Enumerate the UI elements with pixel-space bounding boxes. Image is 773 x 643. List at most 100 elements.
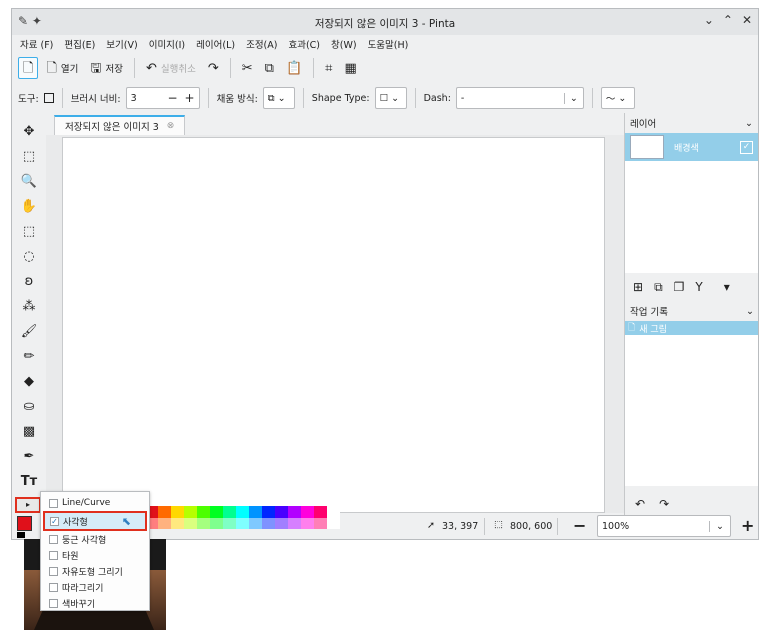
more-tools-button[interactable]: ▸: [15, 497, 41, 513]
copy-button[interactable]: ⧉: [261, 57, 278, 79]
palette-swatch[interactable]: [301, 506, 314, 518]
ellipse-select-tool-icon[interactable]: ◌: [20, 248, 38, 266]
menu-view[interactable]: 보기(V): [106, 37, 137, 51]
undo-icon[interactable]: ↶: [635, 497, 645, 511]
palette-swatch[interactable]: [236, 518, 249, 529]
palette-swatch[interactable]: [327, 506, 340, 518]
copy-layer-icon[interactable]: ❐: [674, 280, 685, 294]
palette-swatch[interactable]: [314, 518, 327, 529]
layer-item[interactable]: 배경색 ✓: [625, 133, 758, 161]
zoom-in-icon[interactable]: +: [741, 516, 754, 535]
paintbrush-tool-icon[interactable]: 🖌: [20, 323, 38, 341]
paint-bucket-tool-icon[interactable]: ⛀: [20, 398, 38, 416]
redo-icon[interactable]: ↷: [659, 497, 669, 511]
add-layer-icon[interactable]: ⊞: [633, 280, 643, 294]
menu-image[interactable]: 이미지(I): [149, 37, 185, 51]
palette-swatch[interactable]: [262, 518, 275, 529]
brush-width-field[interactable]: 3 − +: [125, 87, 200, 109]
layer-visibility-checkbox[interactable]: ✓: [740, 140, 753, 154]
menu-file[interactable]: 자료 (F): [20, 37, 53, 51]
antialias-dropdown[interactable]: 〜 ⌄: [600, 87, 635, 109]
undo-button[interactable]: ↶ 실행취소: [142, 57, 200, 79]
lasso-select-tool-icon[interactable]: ʚ: [20, 273, 38, 291]
layers-header[interactable]: 레이어 ⌄: [625, 113, 758, 133]
paste-button[interactable]: 📋: [282, 57, 306, 79]
palette-swatch[interactable]: [288, 518, 301, 529]
magic-wand-tool-icon[interactable]: ⁂: [20, 298, 38, 316]
close-tab-icon[interactable]: ⊗: [167, 121, 175, 131]
gradient-tool-icon[interactable]: ▩: [20, 423, 38, 441]
rectangle-select-tool-icon[interactable]: ⬚: [20, 223, 38, 241]
history-header[interactable]: 작업 기록 ⌄: [625, 301, 758, 321]
chevron-down-icon[interactable]: ⌄: [563, 92, 583, 104]
deselect-button[interactable]: ▦: [340, 57, 360, 79]
menu-item-freeform[interactable]: 자유도형 그리기: [41, 563, 149, 579]
shape-type-dropdown[interactable]: ☐ ⌄: [374, 87, 407, 109]
palette-swatch[interactable]: [262, 506, 275, 518]
move-selected-tool-icon[interactable]: ✥: [20, 123, 38, 141]
layer-menu-icon[interactable]: ▾: [724, 280, 730, 294]
new-button[interactable]: 🗋: [18, 57, 39, 79]
maximize-icon[interactable]: ⌃: [723, 13, 733, 27]
palette-swatch[interactable]: [327, 518, 340, 529]
move-selection-tool-icon[interactable]: ⬚: [20, 148, 38, 166]
menu-edit[interactable]: 편집(E): [64, 37, 95, 51]
pan-tool-icon[interactable]: ✋: [20, 198, 38, 216]
palette-swatch[interactable]: [275, 506, 288, 518]
palette-swatch[interactable]: [249, 518, 262, 529]
image-canvas[interactable]: [62, 137, 605, 513]
menu-item-rounded-rectangle[interactable]: 둥근 사각형: [41, 531, 149, 547]
cut-button[interactable]: ✂: [238, 57, 257, 79]
menu-help[interactable]: 도움말(H): [368, 37, 409, 51]
palette-swatch[interactable]: [223, 506, 236, 518]
chevron-down-icon[interactable]: ⌄: [745, 118, 753, 129]
color-picker-tool-icon[interactable]: ✒: [20, 448, 38, 466]
duplicate-layer-icon[interactable]: ⧉: [654, 280, 663, 295]
palette-swatch[interactable]: [314, 506, 327, 518]
menu-window[interactable]: 창(W): [331, 37, 357, 51]
menu-item-recolor[interactable]: 색바꾸기: [41, 595, 149, 611]
palette-swatch[interactable]: [210, 518, 223, 529]
menu-adjustments[interactable]: 조정(A): [246, 37, 277, 51]
menu-item-line-curve[interactable]: Line/Curve: [41, 495, 149, 511]
palette-swatch[interactable]: [184, 518, 197, 529]
chevron-down-icon[interactable]: ⌄: [746, 306, 754, 317]
chevron-down-icon[interactable]: ⌄: [709, 520, 730, 532]
menu-item-rectangle[interactable]: ✓ 사각형 ⬉: [43, 511, 147, 531]
primary-color-swatch[interactable]: [17, 516, 32, 531]
palette-swatch[interactable]: [288, 506, 301, 518]
palette-swatch[interactable]: [197, 506, 210, 518]
palette-swatch[interactable]: [171, 518, 184, 529]
eraser-tool-icon[interactable]: ◆: [20, 373, 38, 391]
zoom-out-icon[interactable]: −: [573, 516, 586, 535]
fill-style-dropdown[interactable]: ⧉ ⌄: [262, 87, 295, 109]
increase-icon[interactable]: +: [185, 91, 195, 105]
pencil-tool-icon[interactable]: ✏: [20, 348, 38, 366]
palette-swatch[interactable]: [236, 506, 249, 518]
menu-item-ellipse[interactable]: 타원: [41, 547, 149, 563]
palette-swatch[interactable]: [171, 506, 184, 518]
redo-button[interactable]: ↷: [204, 57, 223, 79]
menu-layers[interactable]: 레이어(L): [196, 37, 235, 51]
palette-swatch[interactable]: [158, 506, 171, 518]
close-icon[interactable]: ✕: [742, 13, 752, 27]
zoom-tool-icon[interactable]: 🔍: [20, 173, 38, 191]
save-button[interactable]: 🖫 저장: [86, 57, 127, 79]
palette-swatch[interactable]: [301, 518, 314, 529]
palette-swatch[interactable]: [184, 506, 197, 518]
menu-effects[interactable]: 효과(C): [288, 37, 320, 51]
palette-swatch[interactable]: [223, 518, 236, 529]
palette-swatch[interactable]: [197, 518, 210, 529]
decrease-icon[interactable]: −: [167, 91, 177, 105]
dash-combo[interactable]: - ⌄: [455, 87, 584, 109]
open-button[interactable]: 🗋 열기: [42, 57, 82, 79]
tab-document[interactable]: 저장되지 않은 이미지 3 ⊗: [54, 115, 186, 135]
palette-swatch[interactable]: [158, 518, 171, 529]
secondary-color-swatch[interactable]: [17, 532, 25, 538]
menu-item-trace[interactable]: 따라그리기: [41, 579, 149, 595]
merge-layer-icon[interactable]: Y: [695, 280, 702, 294]
palette-swatch[interactable]: [210, 506, 223, 518]
text-tool-icon[interactable]: Tт: [20, 473, 38, 491]
palette-swatch[interactable]: [275, 518, 288, 529]
minimize-icon[interactable]: ⌄: [704, 13, 714, 27]
